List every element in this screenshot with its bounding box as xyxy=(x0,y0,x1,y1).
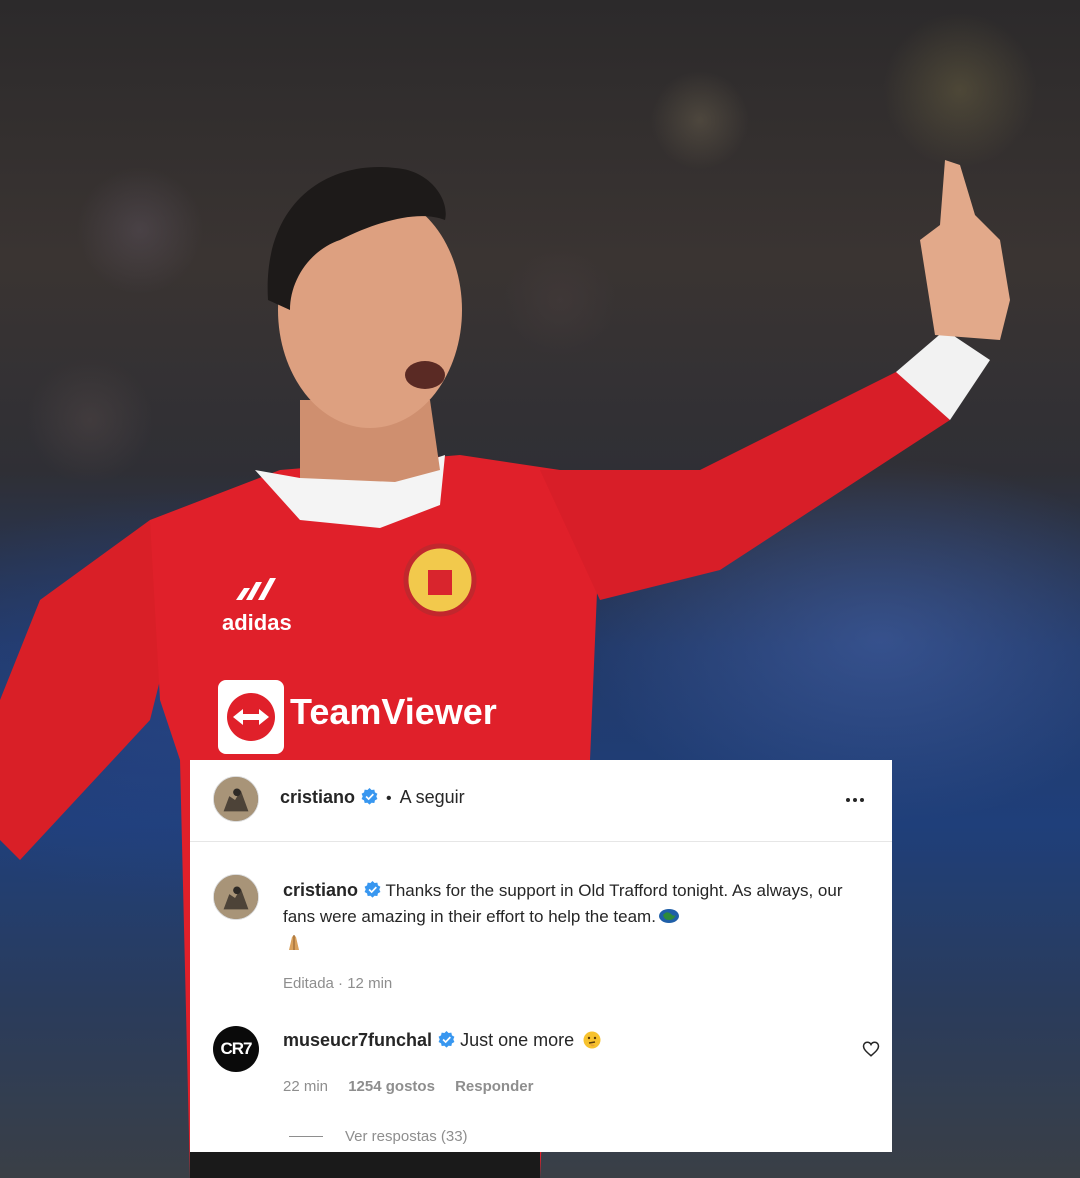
praying-hands-emoji-icon xyxy=(283,933,305,951)
edited-label: Editada xyxy=(283,975,334,992)
svg-text:adidas: adidas xyxy=(222,610,292,635)
verified-badge-icon xyxy=(364,881,381,898)
view-replies-button[interactable]: Ver respostas (33) xyxy=(289,1128,468,1145)
caption-time: 12 min xyxy=(347,975,393,992)
thinking-face-emoji-icon xyxy=(581,1031,603,1049)
separator-dot: • xyxy=(386,790,392,807)
commenter-username[interactable]: museucr7funchal xyxy=(283,1030,432,1050)
caption-author-avatar[interactable] xyxy=(213,874,259,920)
author-avatar[interactable] xyxy=(213,776,259,822)
comment-text: Just one more xyxy=(460,1030,575,1050)
post-caption: cristiano Thanks for the support in Old … xyxy=(283,877,858,956)
reply-button[interactable]: Responder xyxy=(455,1078,533,1095)
author-username[interactable]: cristiano xyxy=(280,787,355,807)
comment-likes[interactable]: 1254 gostos xyxy=(348,1078,435,1095)
instagram-post-card: cristiano • A seguir cristiano Thanks for … xyxy=(190,760,892,1152)
earth-emoji-icon xyxy=(658,907,680,925)
comment: museucr7funchal Just one more xyxy=(283,1030,603,1051)
svg-text:TeamViewer: TeamViewer xyxy=(290,691,497,732)
heart-icon[interactable] xyxy=(862,1040,880,1058)
header-info: cristiano • A seguir xyxy=(280,787,465,808)
verified-badge-icon xyxy=(361,788,378,805)
post-header: cristiano • A seguir xyxy=(190,760,892,842)
caption-username[interactable]: cristiano xyxy=(283,880,358,900)
caption-meta: Editada · 12 min xyxy=(283,975,392,992)
commenter-avatar[interactable]: CR7 xyxy=(213,1026,259,1072)
comment-meta: 22 min 1254 gostos Responder xyxy=(283,1078,549,1095)
more-options-icon[interactable] xyxy=(840,788,870,812)
verified-badge-icon xyxy=(438,1031,455,1048)
meta-separator: · xyxy=(338,975,344,992)
comment-time: 22 min xyxy=(283,1078,329,1095)
view-replies-label[interactable]: Ver respostas (33) xyxy=(345,1128,468,1145)
follow-status[interactable]: A seguir xyxy=(400,787,465,807)
replies-divider xyxy=(289,1136,323,1137)
